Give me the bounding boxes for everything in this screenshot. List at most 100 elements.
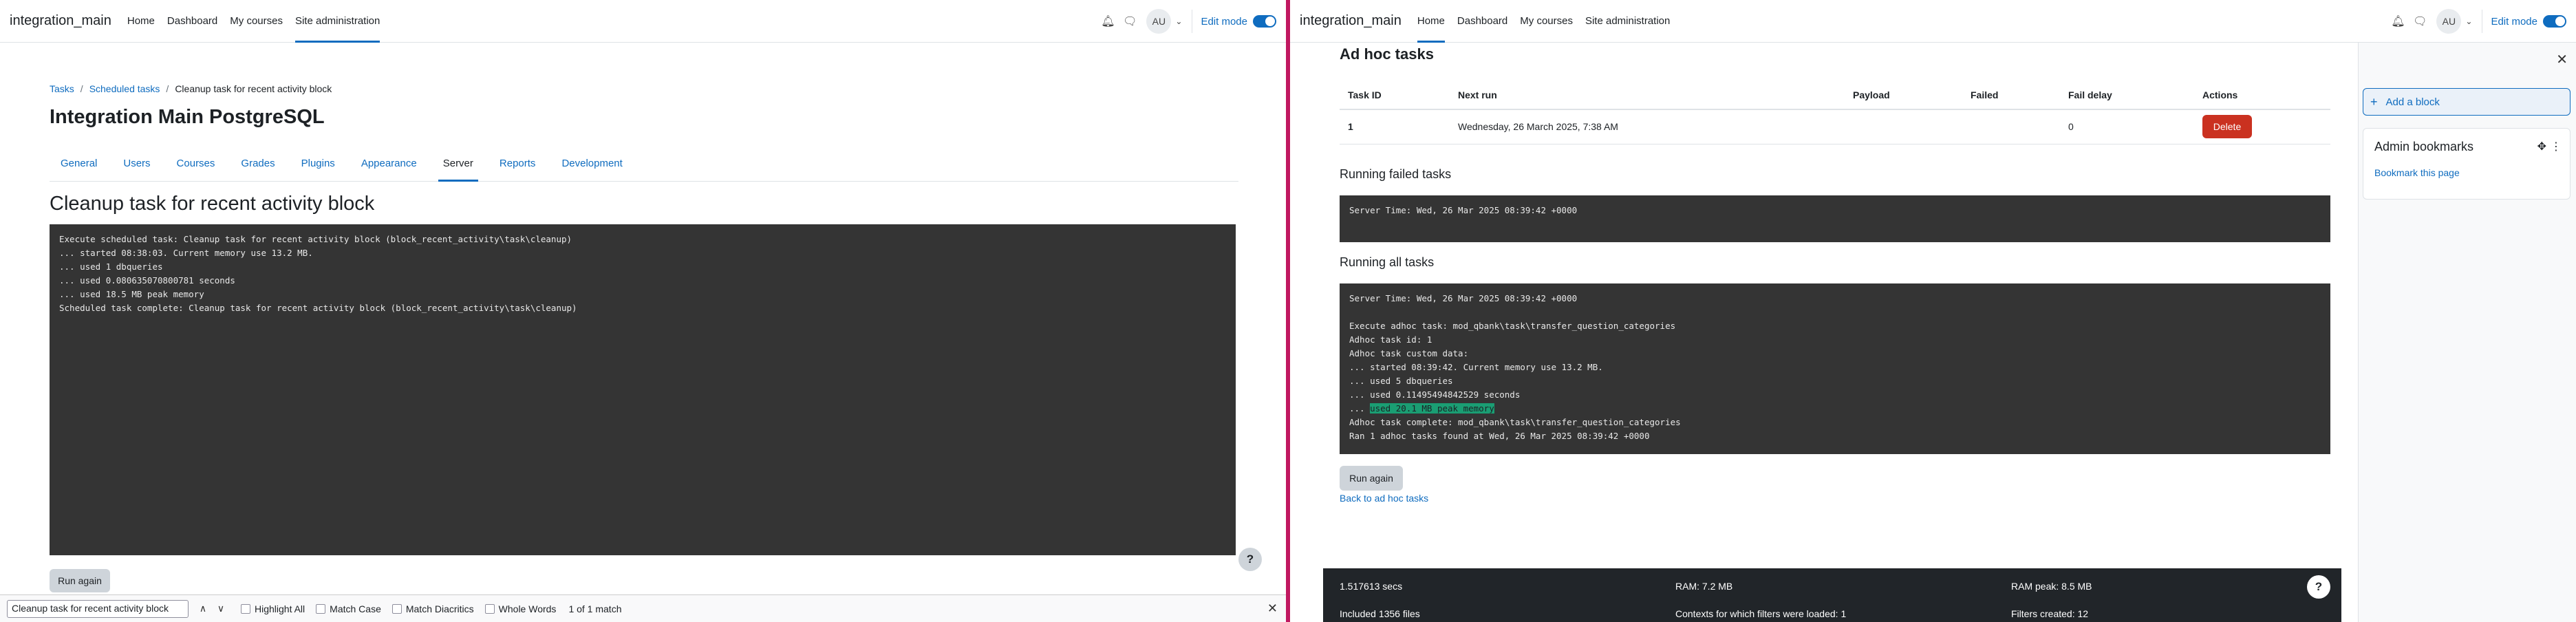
find-previous-button[interactable]: ∧ (194, 603, 212, 614)
tab-reports[interactable]: Reports (486, 146, 549, 181)
table-row: 1 Wednesday, 26 March 2025, 7:38 AM 0 De… (1340, 109, 2330, 144)
match-case-label: Match Case (330, 603, 381, 614)
add-block-button[interactable]: + Add a block (2363, 88, 2570, 116)
avatar[interactable]: AU (1146, 9, 1172, 34)
console-line: ... started 08:39:42. Current memory use… (1349, 362, 1603, 372)
whole-words-option[interactable]: Whole Words (484, 603, 557, 614)
find-input[interactable]: Cleanup task for recent activity block (7, 599, 189, 618)
edit-mode-toggle[interactable] (1253, 15, 1276, 28)
failed-cell (1962, 109, 2060, 144)
close-icon[interactable]: ✕ (1267, 601, 1278, 616)
column-header: Payload (1845, 81, 1962, 110)
breadcrumb: Tasks / Scheduled tasks / Cleanup task f… (50, 83, 332, 94)
avatar[interactable]: AU (2436, 9, 2462, 34)
console-line: ... used 1 dbqueries (59, 261, 163, 272)
tab-grades[interactable]: Grades (228, 146, 288, 181)
breadcrumb-current: Cleanup task for recent activity block (175, 83, 332, 94)
console-line: ... used 0.11495494842529 seconds (1349, 389, 1521, 400)
nav-site-administration[interactable]: Site administration (289, 0, 386, 43)
tab-courses[interactable]: Courses (164, 146, 228, 181)
kebab-menu-icon[interactable]: ⋮ (2551, 140, 2562, 153)
console-line: ... used 0.080635070800781 seconds (59, 275, 235, 286)
tab-general[interactable]: General (50, 146, 110, 181)
back-to-adhoc-link[interactable]: Back to ad hoc tasks (1340, 493, 1428, 504)
nav-dashboard[interactable]: Dashboard (161, 0, 224, 43)
run-again-button[interactable]: Run again (1340, 466, 1403, 491)
admin-tabs: General Users Courses Grades Plugins App… (50, 146, 1238, 182)
footer-time: 1.517613 secs (1340, 581, 1403, 592)
whole-words-label: Whole Words (498, 603, 557, 614)
delete-button[interactable]: Delete (2202, 115, 2252, 139)
nav-home[interactable]: Home (1411, 0, 1451, 43)
table-header-row: Task ID Next run Payload Failed Fail del… (1340, 81, 2330, 110)
tab-plugins[interactable]: Plugins (288, 146, 348, 181)
tab-appearance[interactable]: Appearance (348, 146, 430, 181)
nav-site-administration[interactable]: Site administration (1579, 0, 1676, 43)
highlight-all-option[interactable]: Highlight All (241, 603, 305, 614)
console-line: Ran 1 adhoc tasks found at Wed, 26 Mar 2… (1349, 431, 1650, 441)
chevron-down-icon[interactable]: ⌄ (1175, 17, 1182, 26)
match-case-checkbox[interactable] (316, 603, 326, 614)
match-case-option[interactable]: Match Case (316, 603, 381, 614)
bell-icon[interactable]: 🔔︎ (1097, 10, 1119, 32)
chevron-down-icon[interactable]: ⌄ (2465, 17, 2472, 26)
performance-footer: 1.517613 secs RAM: 7.2 MB RAM peak: 8.5 … (1323, 568, 2341, 622)
top-navbar: integration_main Home Dashboard My cours… (0, 0, 1286, 43)
edit-mode-label: Edit mode (1201, 15, 1247, 28)
edit-mode-toggle[interactable] (2543, 15, 2566, 28)
find-highlight: used 20.1 MB peak memory (1370, 403, 1494, 414)
fail-delay-cell: 0 (2060, 109, 2194, 144)
move-icon[interactable]: ✥ (2537, 140, 2546, 153)
match-diacritics-option[interactable]: Match Diacritics (391, 603, 474, 614)
tab-server[interactable]: Server (430, 146, 486, 182)
run-again-button[interactable]: Run again (50, 569, 110, 592)
whole-words-checkbox[interactable] (484, 603, 495, 614)
adhoc-tasks-heading: Ad hoc tasks (1340, 45, 1434, 63)
block-title: Admin bookmarks (2374, 140, 2474, 153)
help-button[interactable]: ? (2307, 575, 2330, 599)
footer-ram: RAM: 7.2 MB (1675, 581, 1733, 592)
nav-my-courses[interactable]: My courses (1514, 0, 1579, 43)
highlight-all-checkbox[interactable] (241, 603, 250, 614)
admin-bookmarks-block: Admin bookmarks ✥ ⋮ Bookmark this page (2363, 128, 2570, 200)
find-status: 1 of 1 match (568, 603, 622, 614)
breadcrumb-separator: / (80, 83, 83, 94)
breadcrumb-separator: / (166, 83, 169, 94)
block-drawer: ✕ + Add a block Admin bookmarks ✥ ⋮ Book… (2358, 43, 2576, 622)
console-line: ... used 20.1 MB peak memory (1349, 402, 2321, 416)
breadcrumb-tasks[interactable]: Tasks (50, 83, 74, 94)
payload-cell (1845, 109, 1962, 144)
nav-dashboard[interactable]: Dashboard (1451, 0, 1514, 43)
adhoc-tasks-table: Task ID Next run Payload Failed Fail del… (1340, 81, 2330, 144)
tab-users[interactable]: Users (110, 146, 163, 181)
column-header: Actions (2194, 81, 2330, 110)
close-icon[interactable]: ✕ (2556, 51, 2568, 68)
column-header: Next run (1450, 81, 1845, 110)
nav-my-courses[interactable]: My courses (224, 0, 289, 43)
highlight-all-label: Highlight All (255, 603, 305, 614)
footer-included-files: Included 1356 files (1340, 608, 1420, 619)
match-diacritics-checkbox[interactable] (391, 603, 402, 614)
bell-icon[interactable]: 🔔︎ (2387, 10, 2409, 32)
find-next-button[interactable]: ∨ (212, 603, 230, 614)
column-header: Failed (1962, 81, 2060, 110)
console-line: Scheduled task complete: Cleanup task fo… (59, 303, 577, 313)
site-brand[interactable]: integration_main (1300, 13, 1402, 29)
match-diacritics-label: Match Diacritics (405, 603, 474, 614)
plus-icon: + (2370, 94, 2378, 109)
chat-icon[interactable]: 🗨︎ (1119, 10, 1141, 32)
bookmark-this-page-link[interactable]: Bookmark this page (2374, 167, 2460, 178)
console-line: ... started 08:38:03. Current memory use… (59, 248, 313, 258)
breadcrumb-scheduled-tasks[interactable]: Scheduled tasks (89, 83, 160, 94)
site-brand[interactable]: integration_main (10, 13, 111, 29)
running-all-title: Running all tasks (1340, 255, 1435, 269)
next-run-cell: Wednesday, 26 March 2025, 7:38 AM (1450, 109, 1845, 144)
nav-home[interactable]: Home (121, 0, 161, 43)
chat-icon[interactable]: 🗨︎ (2409, 10, 2431, 32)
primary-navigation: Home Dashboard My courses Site administr… (121, 0, 387, 43)
add-block-label: Add a block (2385, 96, 2440, 108)
tab-development[interactable]: Development (548, 146, 635, 181)
console-line: Server Time: Wed, 26 Mar 2025 08:39:42 +… (1349, 205, 1578, 215)
help-button[interactable]: ? (1238, 548, 1262, 571)
page-title: Integration Main PostgreSQL (50, 106, 325, 128)
